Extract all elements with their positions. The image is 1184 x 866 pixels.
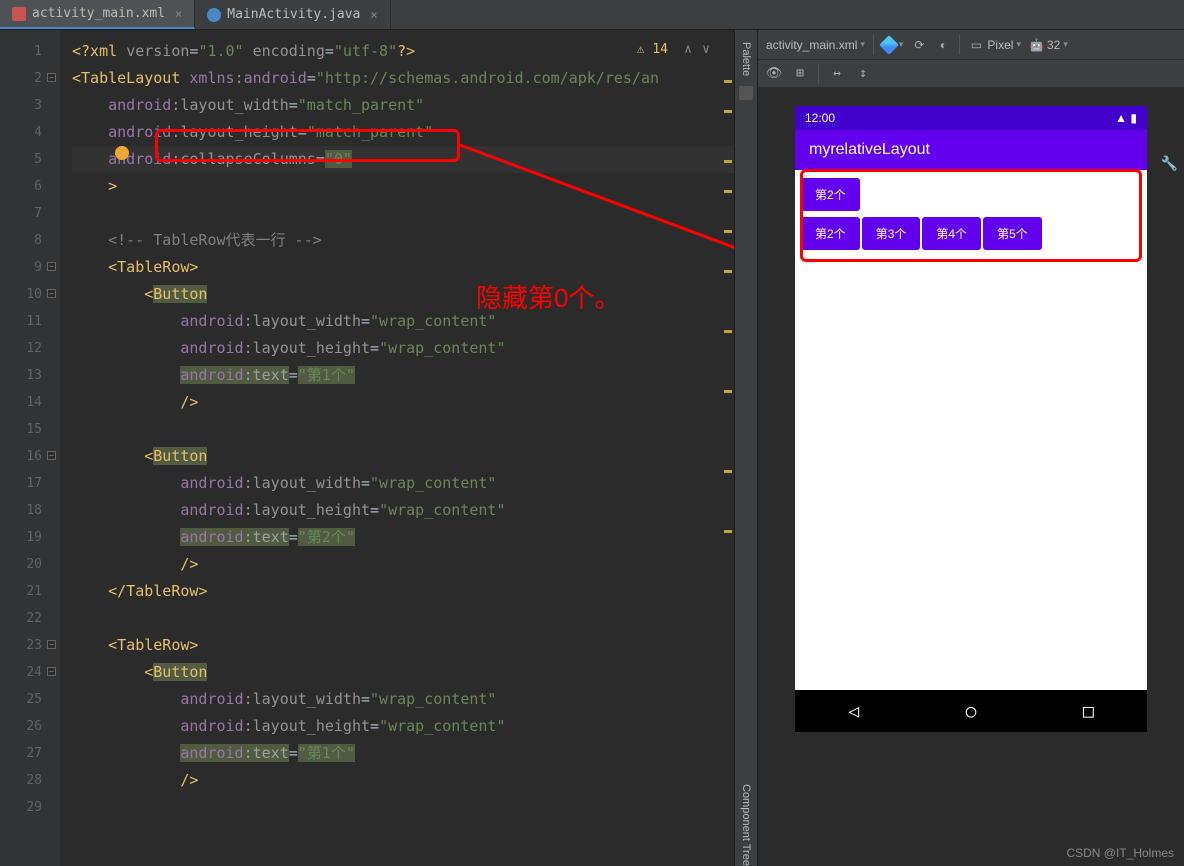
tab-activity-main-xml[interactable]: activity_main.xml × bbox=[0, 0, 195, 29]
component-tree-label[interactable]: Component Tree bbox=[740, 784, 752, 866]
table-row: 第2个 bbox=[801, 178, 1141, 211]
line-number[interactable]: 18 bbox=[0, 497, 42, 524]
design-toolbar-secondary: 👁 ⊞ ↔ ↕ bbox=[758, 60, 1184, 88]
fold-icon[interactable]: − bbox=[47, 262, 56, 271]
nav-back-icon[interactable]: ◁ bbox=[848, 701, 859, 722]
annotation-text: 隐藏第0个。 bbox=[476, 285, 620, 312]
line-number[interactable]: 3 bbox=[0, 92, 42, 119]
line-number[interactable]: 12 bbox=[0, 335, 42, 362]
device-selector[interactable]: ▭ Pixel ▾ bbox=[968, 37, 1021, 53]
line-number[interactable]: 15 bbox=[0, 416, 42, 443]
device-content: 第2个 第2个 第3个 第4个 第5个 bbox=[795, 170, 1147, 258]
editor-tabs: activity_main.xml × MainActivity.java × bbox=[0, 0, 1184, 30]
line-number[interactable]: 6 bbox=[0, 173, 42, 200]
line-number-gutter: 1 2− 3 4 5 6 7 8 9− 10− 11 12 13 14 15 1… bbox=[0, 30, 60, 866]
java-file-icon bbox=[207, 8, 221, 22]
line-number[interactable]: 27 bbox=[0, 740, 42, 767]
preview-button[interactable]: 第2个 bbox=[801, 178, 860, 211]
close-icon[interactable]: × bbox=[175, 7, 182, 21]
line-number[interactable]: 8 bbox=[0, 227, 42, 254]
wrench-icon[interactable]: 🔧 bbox=[1161, 156, 1178, 172]
fold-icon[interactable]: − bbox=[47, 667, 56, 676]
line-number[interactable]: 23− bbox=[0, 632, 42, 659]
tab-label: activity_main.xml bbox=[32, 6, 165, 21]
next-highlight-icon[interactable]: ∨ bbox=[702, 36, 710, 63]
main-area: 1 2− 3 4 5 6 7 8 9− 10− 11 12 13 14 15 1… bbox=[0, 30, 1184, 866]
api-selector[interactable]: 🤖 32 ▾ bbox=[1029, 38, 1068, 52]
fold-icon[interactable]: − bbox=[47, 289, 56, 298]
device-frame: 12:00 ▲ ▮ myrelativeLayout 第2个 第2个 第3个 第… bbox=[795, 106, 1147, 732]
line-number[interactable]: 16− bbox=[0, 443, 42, 470]
layout-decorations-icon[interactable]: ⊞ bbox=[792, 66, 808, 82]
warning-badge[interactable]: ⚠ 14 bbox=[637, 36, 668, 63]
device-preview-area[interactable]: 🔧 12:00 ▲ ▮ myrelativeLayout 第2个 第2个 第3个 bbox=[758, 88, 1184, 866]
line-number[interactable]: 29 bbox=[0, 794, 42, 821]
xml-file-icon bbox=[12, 7, 26, 21]
pan-icon[interactable]: ↔ bbox=[829, 66, 845, 82]
nav-home-icon[interactable]: ○ bbox=[966, 701, 977, 722]
view-options-icon[interactable]: 👁 bbox=[766, 66, 782, 82]
device-nav-bar: ◁ ○ □ bbox=[795, 690, 1147, 732]
preview-button[interactable]: 第2个 bbox=[801, 217, 860, 250]
surfaces-icon[interactable]: ▾ bbox=[882, 38, 904, 52]
editor-scrollbar[interactable] bbox=[722, 70, 732, 830]
line-number[interactable]: 24− bbox=[0, 659, 42, 686]
app-title: myrelativeLayout bbox=[809, 141, 930, 159]
line-number[interactable]: 20 bbox=[0, 551, 42, 578]
orientation-icon[interactable]: ⟳ bbox=[911, 37, 927, 53]
prev-highlight-icon[interactable]: ∧ bbox=[684, 36, 692, 63]
design-toolbar: activity_main.xml ▾ ▾ ⟳ ◐ ▭ Pixel ▾ 🤖 32… bbox=[758, 30, 1184, 60]
preview-button[interactable]: 第3个 bbox=[862, 217, 921, 250]
line-number[interactable]: 26 bbox=[0, 713, 42, 740]
line-number[interactable]: 17 bbox=[0, 470, 42, 497]
palette-label[interactable]: Palette bbox=[740, 42, 752, 76]
line-number[interactable]: 2− bbox=[0, 65, 42, 92]
palette-icon[interactable] bbox=[739, 86, 753, 100]
line-number[interactable]: 10− bbox=[0, 281, 42, 308]
night-mode-icon[interactable]: ◐ bbox=[935, 37, 951, 53]
close-icon[interactable]: × bbox=[370, 8, 377, 22]
watermark: CSDN @IT_Holmes bbox=[1066, 846, 1174, 860]
line-number[interactable]: 19 bbox=[0, 524, 42, 551]
preview-button[interactable]: 第5个 bbox=[983, 217, 1042, 250]
zoom-icon[interactable]: ↕ bbox=[855, 66, 871, 82]
line-number[interactable]: 14 bbox=[0, 389, 42, 416]
fold-icon[interactable]: − bbox=[47, 73, 56, 82]
status-time: 12:00 bbox=[805, 111, 835, 125]
layout-preview-pane: activity_main.xml ▾ ▾ ⟳ ◐ ▭ Pixel ▾ 🤖 32… bbox=[758, 30, 1184, 866]
line-number[interactable]: 25 bbox=[0, 686, 42, 713]
tab-label: MainActivity.java bbox=[227, 7, 360, 22]
fold-icon[interactable]: − bbox=[47, 640, 56, 649]
line-number[interactable]: 21 bbox=[0, 578, 42, 605]
line-number[interactable]: 11 bbox=[0, 308, 42, 335]
nav-recent-icon[interactable]: □ bbox=[1083, 701, 1094, 722]
line-number[interactable]: 13 bbox=[0, 362, 42, 389]
device-app-bar: myrelativeLayout bbox=[795, 130, 1147, 170]
line-number[interactable]: 7 bbox=[0, 200, 42, 227]
status-icons: ▲ ▮ bbox=[1115, 111, 1137, 125]
line-number[interactable]: 22 bbox=[0, 605, 42, 632]
device-status-bar: 12:00 ▲ ▮ bbox=[795, 106, 1147, 130]
tab-main-activity-java[interactable]: MainActivity.java × bbox=[195, 0, 390, 29]
line-number[interactable]: 5 bbox=[0, 146, 42, 173]
line-number[interactable]: 4 bbox=[0, 119, 42, 146]
line-number[interactable]: 9− bbox=[0, 254, 42, 281]
preview-button[interactable]: 第4个 bbox=[922, 217, 981, 250]
file-selector[interactable]: activity_main.xml ▾ bbox=[766, 38, 865, 52]
code-editor-pane: 1 2− 3 4 5 6 7 8 9− 10− 11 12 13 14 15 1… bbox=[0, 30, 734, 866]
line-number[interactable]: 28 bbox=[0, 767, 42, 794]
code-editor[interactable]: ⚠ 14 ∧ ∨ <?xml version="1.0" encoding="u… bbox=[60, 30, 734, 866]
intention-bulb-icon[interactable] bbox=[115, 146, 129, 160]
palette-sidebar: Palette Component Tree bbox=[734, 30, 758, 866]
table-row: 第2个 第3个 第4个 第5个 bbox=[801, 217, 1141, 250]
line-number[interactable]: 1 bbox=[0, 38, 42, 65]
fold-icon[interactable]: − bbox=[47, 451, 56, 460]
